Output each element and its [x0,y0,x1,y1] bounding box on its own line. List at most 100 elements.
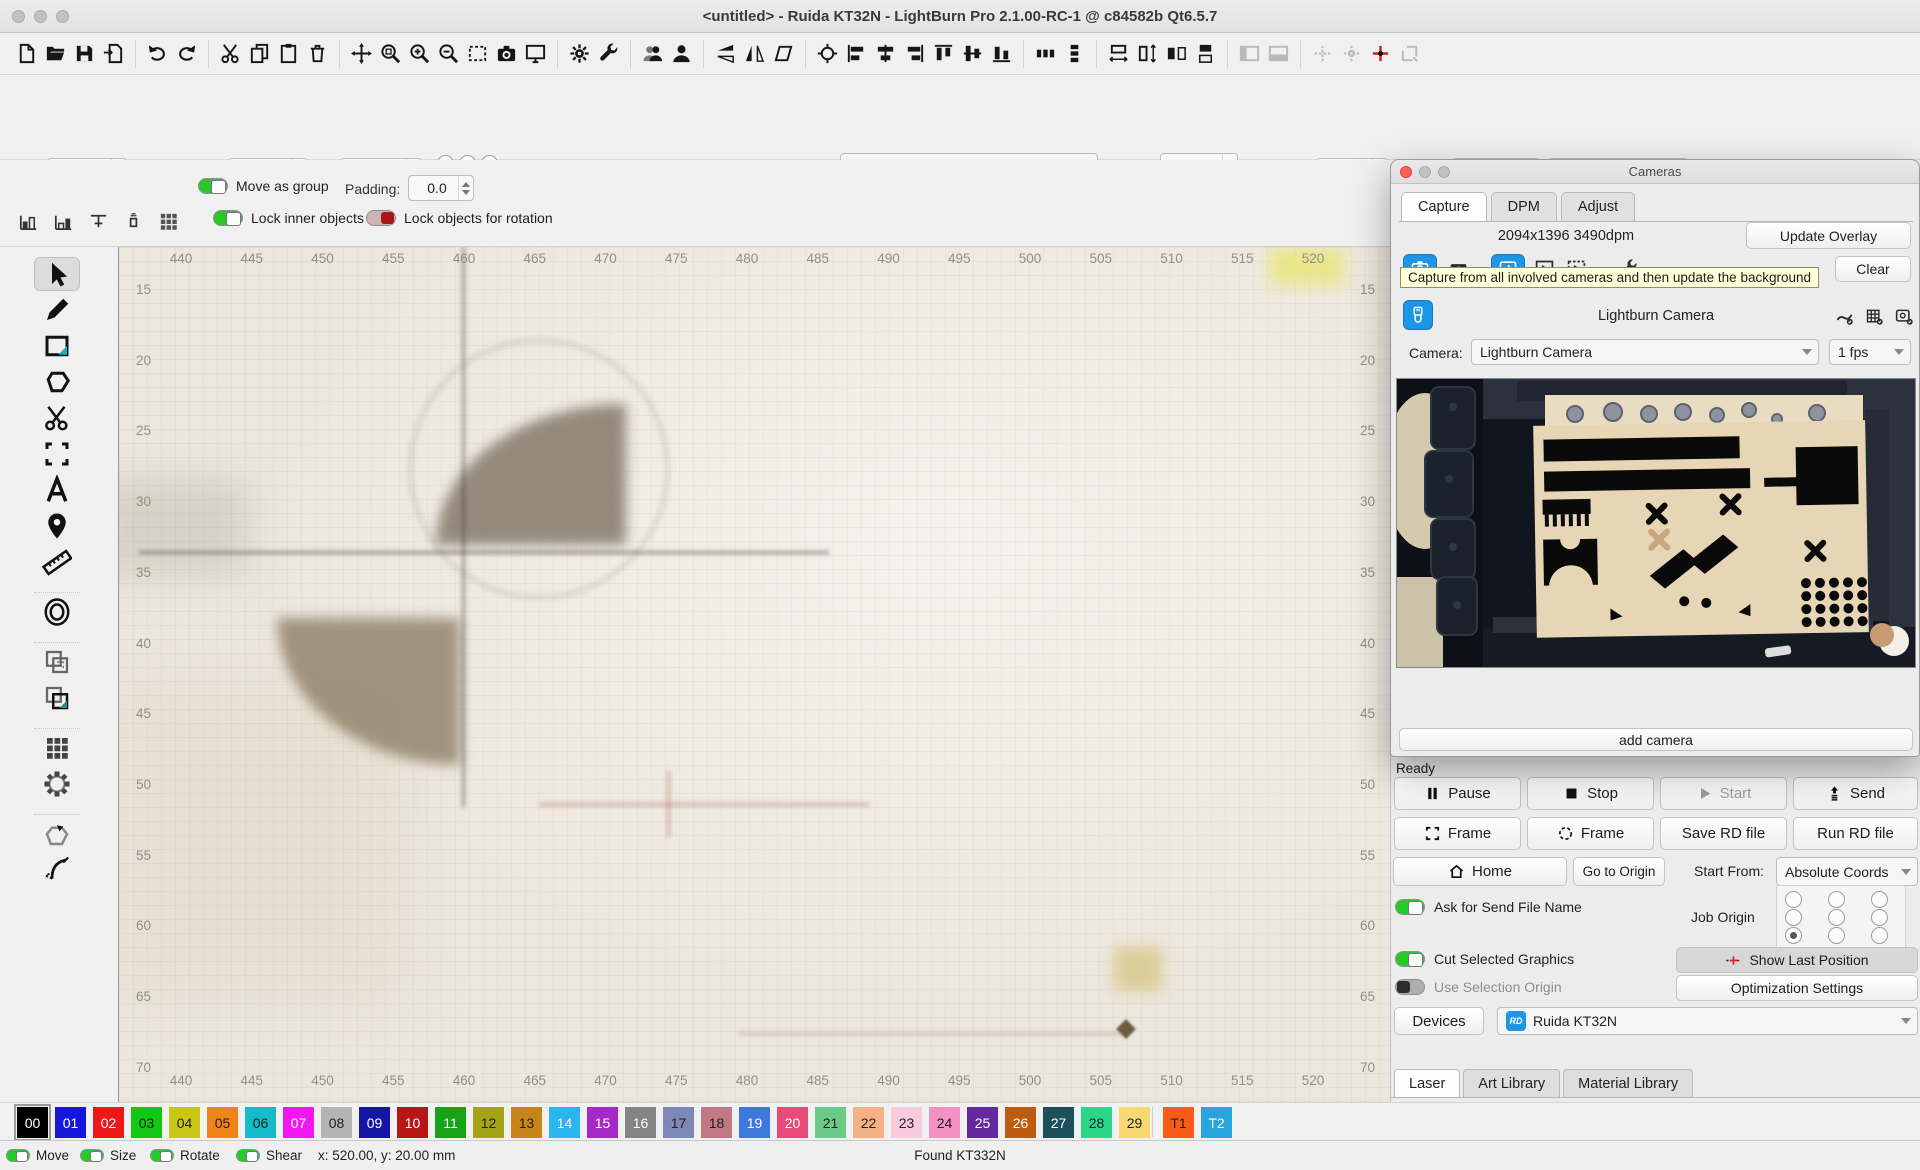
palette-color-25[interactable]: 25 [967,1107,998,1138]
open-file-icon[interactable] [41,39,70,69]
zoom-to-page-icon[interactable] [376,39,405,69]
update-overlay-button[interactable]: Update Overlay [1746,222,1911,249]
job-origin-bottom-center[interactable] [1828,927,1845,944]
cut-icon[interactable] [216,39,245,69]
edit-nodes-tool[interactable] [34,853,80,887]
move-to-origin-icon[interactable] [119,206,148,236]
palette-color-00[interactable]: 00 [17,1107,48,1138]
go-to-origin-button[interactable]: Go to Origin [1573,857,1665,886]
move-as-group-toggle[interactable] [198,178,228,194]
nest-vertical-icon[interactable] [1191,39,1220,69]
palette-color-02[interactable]: 02 [93,1107,124,1138]
job-origin-top-left[interactable] [1785,891,1802,908]
start-button[interactable]: Start [1660,777,1787,810]
mirror-vertical-icon[interactable] [711,39,740,69]
redo-icon[interactable] [172,39,201,69]
palette-color-T2[interactable]: T2 [1201,1107,1232,1138]
palette-color-18[interactable]: 18 [701,1107,732,1138]
palette-color-03[interactable]: 03 [131,1107,162,1138]
align-center-vertical-icon[interactable] [958,39,987,69]
move-laser-to-position-icon[interactable] [1366,39,1395,69]
job-origin-middle-right[interactable] [1871,909,1888,926]
show-last-position-button[interactable]: Show Last Position [1676,947,1918,973]
palette-color-19[interactable]: 19 [739,1107,770,1138]
job-origin-middle-left[interactable] [1785,909,1802,926]
lock-inner-objects-toggle[interactable] [213,210,243,226]
import-file-icon[interactable] [99,39,128,69]
run-rd-file-button[interactable]: Run RD file [1793,817,1918,850]
fps-combo[interactable]: 1 fps [1829,339,1911,365]
align-v-stack-icon[interactable] [49,206,78,236]
new-file-icon[interactable] [12,39,41,69]
palette-color-15[interactable]: 15 [587,1107,618,1138]
mirror-horizontal-icon[interactable] [740,39,769,69]
clear-button[interactable]: Clear [1835,256,1911,282]
tab-dpm[interactable]: DPM [1491,192,1557,222]
job-origin-top-center[interactable] [1828,891,1845,908]
shear-toggle[interactable] [236,1149,260,1162]
palette-color-23[interactable]: 23 [891,1107,922,1138]
palette-color-12[interactable]: 12 [473,1107,504,1138]
job-origin-bottom-right[interactable] [1871,927,1888,944]
calibrate-alignment-icon[interactable] [1859,302,1889,330]
palette-color-09[interactable]: 09 [359,1107,390,1138]
tab-adjust[interactable]: Adjust [1561,192,1635,222]
rectangle-tool[interactable] [34,329,80,363]
distribute-vertical-icon[interactable] [1060,39,1089,69]
nest-horizontal-icon[interactable] [1162,39,1191,69]
palette-color-28[interactable]: 28 [1081,1107,1112,1138]
grid-snap-icon[interactable] [154,206,183,236]
tab-material-library[interactable]: Material Library [1563,1069,1693,1097]
palette-color-27[interactable]: 27 [1043,1107,1074,1138]
palette-color-11[interactable]: 11 [435,1107,466,1138]
select-tool[interactable] [34,257,80,291]
position-laser-tool[interactable] [34,509,80,543]
palette-color-21[interactable]: 21 [815,1107,846,1138]
lock-rotation-toggle[interactable] [366,210,396,226]
copy-icon[interactable] [245,39,274,69]
stop-button[interactable]: Stop [1527,777,1654,810]
size-toggle[interactable] [80,1149,104,1162]
preview-icon[interactable] [521,39,550,69]
save-rd-file-button[interactable]: Save RD file [1660,817,1787,850]
palette-color-26[interactable]: 26 [1005,1107,1036,1138]
palette-color-07[interactable]: 07 [283,1107,314,1138]
pan-icon[interactable] [347,39,376,69]
shear-icon[interactable] [769,39,798,69]
align-left-icon[interactable] [842,39,871,69]
palette-color-13[interactable]: 13 [511,1107,542,1138]
align-top-icon[interactable] [929,39,958,69]
align-bottom-icon[interactable] [987,39,1016,69]
device-combo[interactable]: RD Ruida KT32N [1497,1007,1918,1035]
settings-icon[interactable] [565,39,594,69]
padding-field[interactable]: 0.0 [408,175,474,201]
distribute-horizontal-icon[interactable] [1031,39,1060,69]
measure-tool[interactable] [34,545,80,579]
palette-color-08[interactable]: 08 [321,1107,352,1138]
palette-color-05[interactable]: 05 [207,1107,238,1138]
palette-color-06[interactable]: 06 [245,1107,276,1138]
draw-lines-tool[interactable] [34,293,80,327]
tab-art-library[interactable]: Art Library [1463,1069,1560,1097]
user-account-icon[interactable] [667,39,696,69]
boolean-subtract-tool[interactable] [34,681,80,715]
palette-color-14[interactable]: 14 [549,1107,580,1138]
start-from-combo[interactable]: Absolute Coords [1776,857,1918,886]
focus-center-icon[interactable] [813,39,842,69]
move-toggle[interactable] [6,1149,30,1162]
center-on-page-icon[interactable] [84,206,113,236]
frame-rect-button[interactable]: Frame [1394,817,1521,850]
palette-color-04[interactable]: 04 [169,1107,200,1138]
palette-color-24[interactable]: 24 [929,1107,960,1138]
snip-tool[interactable] [34,401,80,435]
weld-union-tool[interactable] [34,645,80,679]
library-icon[interactable] [638,39,667,69]
palette-color-29[interactable]: 29 [1119,1107,1150,1138]
delete-icon[interactable] [303,39,332,69]
align-center-horizontal-icon[interactable] [871,39,900,69]
machine-settings-icon[interactable] [594,39,623,69]
palette-color-20[interactable]: 20 [777,1107,808,1138]
tab-capture[interactable]: Capture [1401,192,1487,222]
align-right-icon[interactable] [900,39,929,69]
camera-settings-icon[interactable] [1889,302,1919,330]
